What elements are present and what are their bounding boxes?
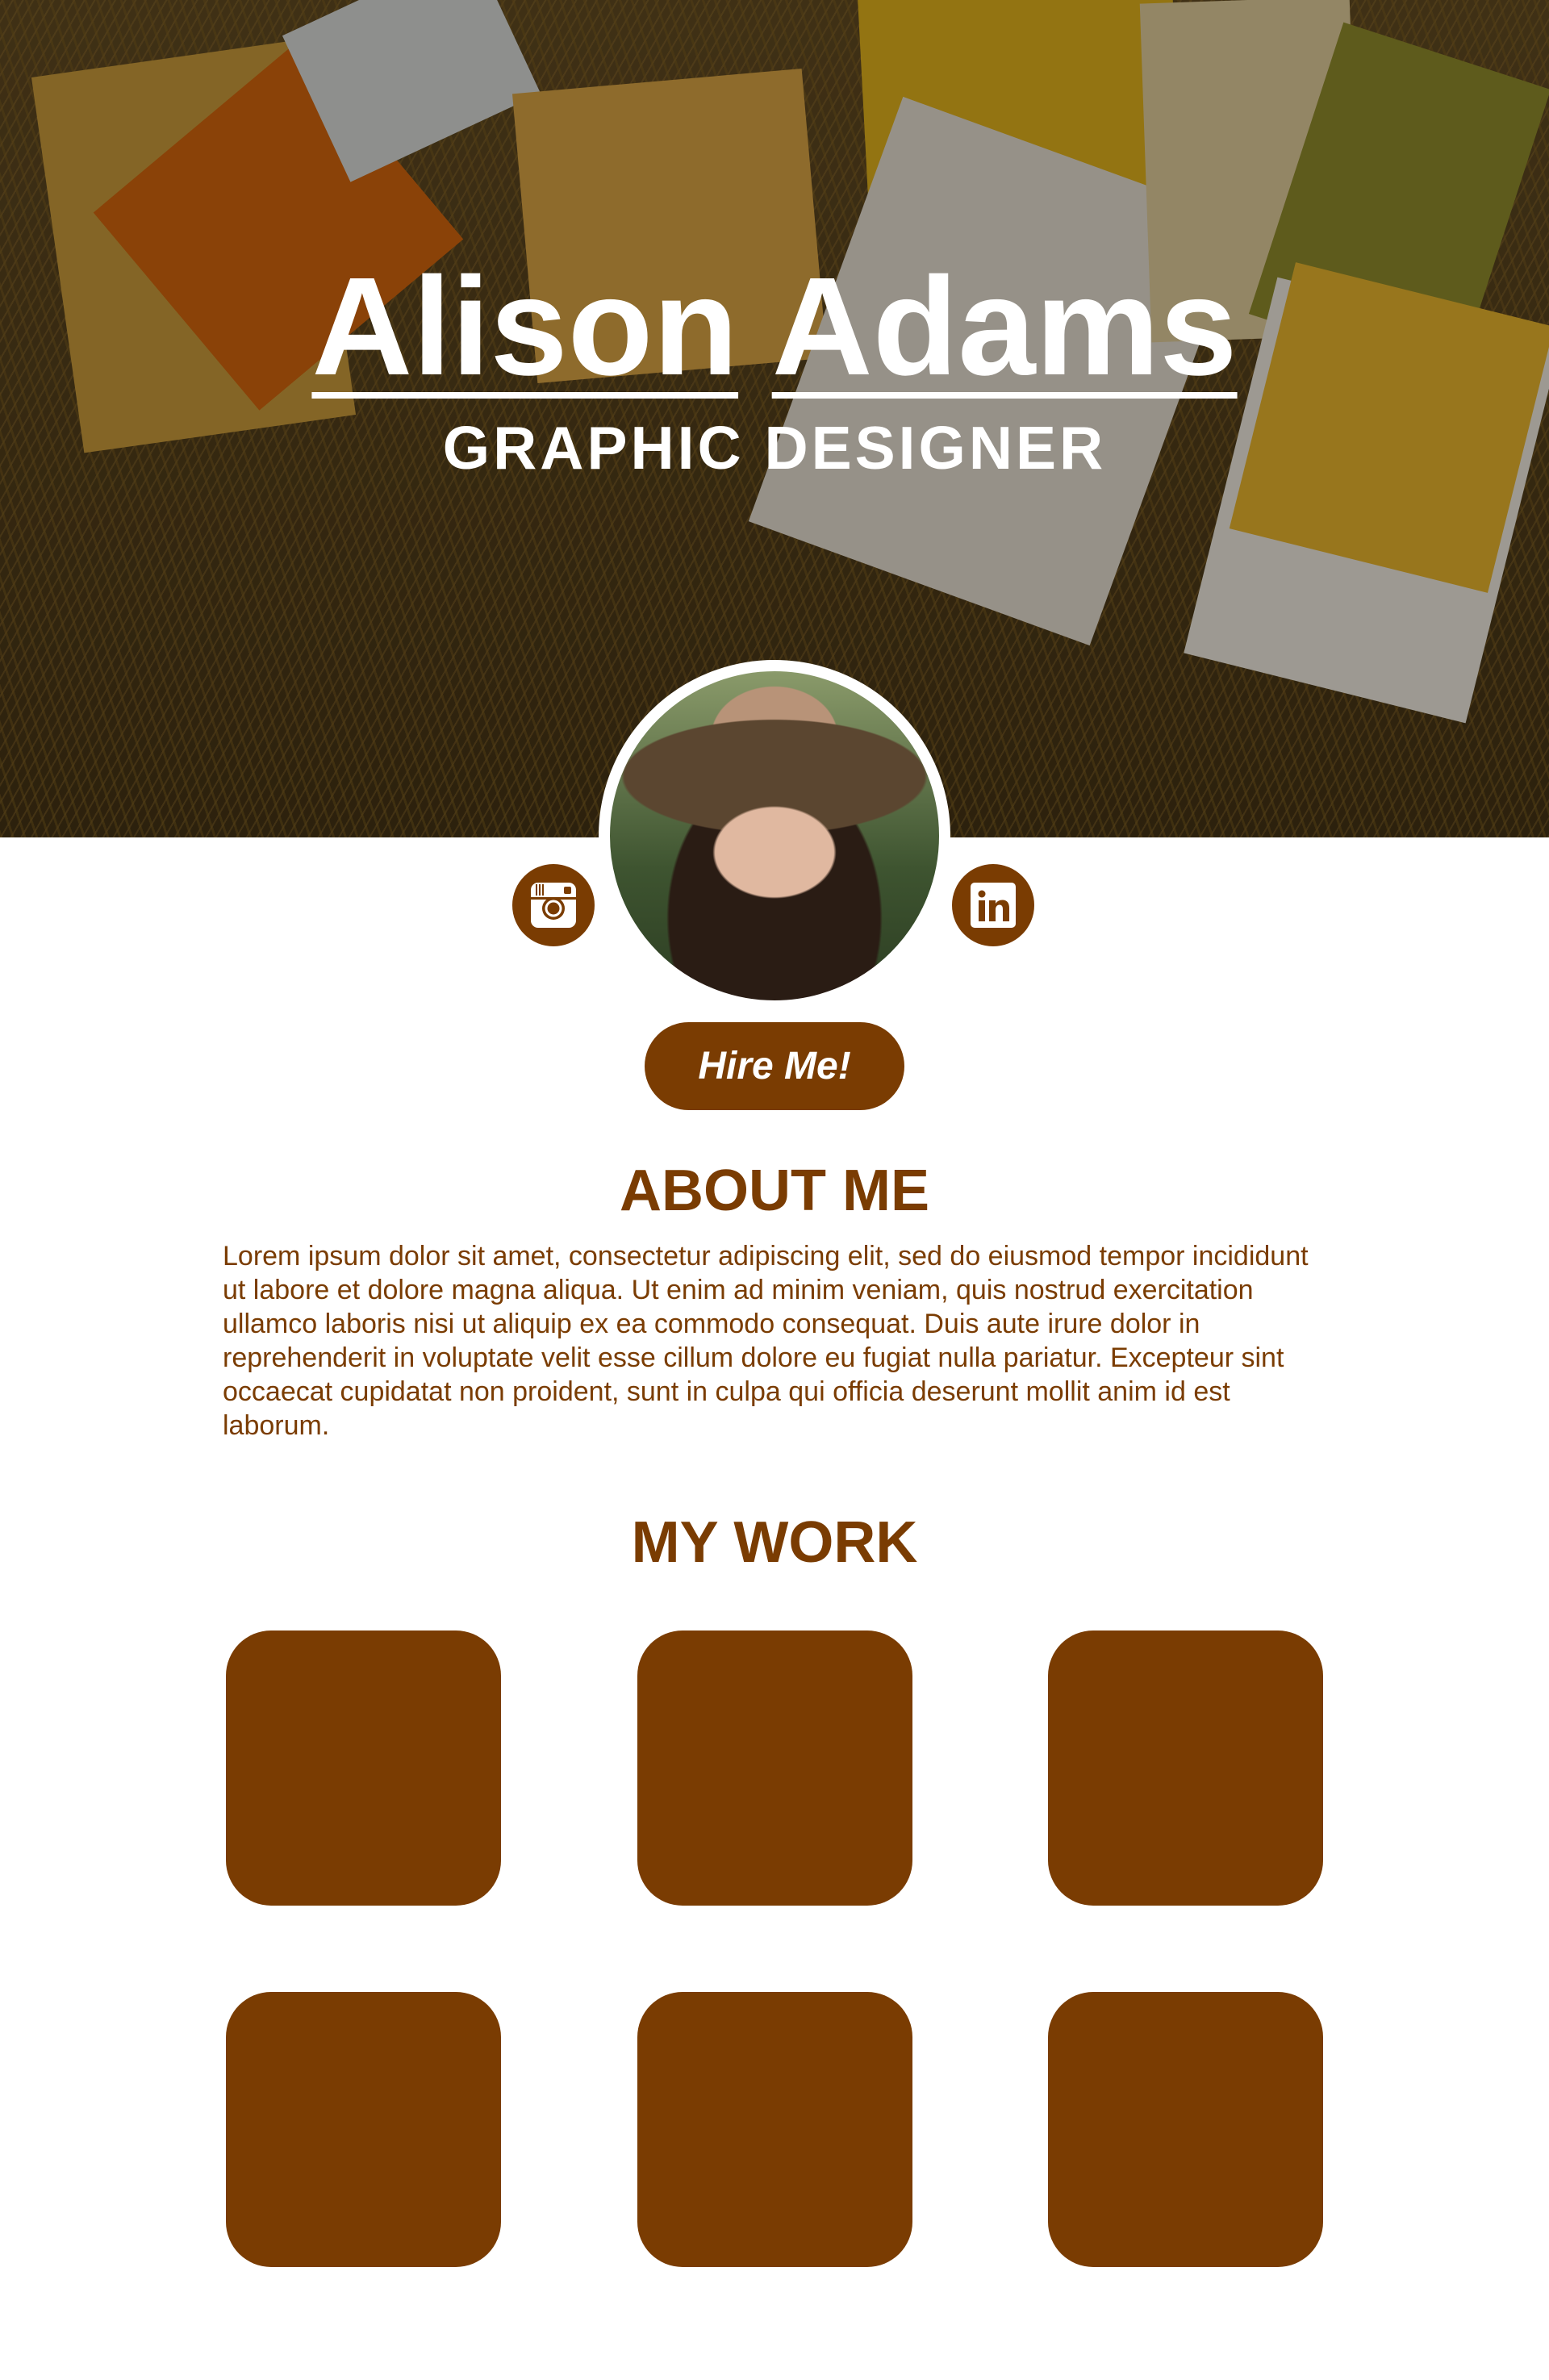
linkedin-icon [971,883,1016,928]
hero-subtitle: GRAPHIC DESIGNER [442,414,1107,482]
instagram-link[interactable] [512,864,595,946]
profile-photo [599,660,950,1012]
about-heading: ABOUT ME [620,1159,929,1223]
work-item[interactable] [226,1631,501,1906]
hero-name: Alison Adams [0,257,1549,396]
work-heading: MY WORK [631,1510,918,1575]
work-item[interactable] [1048,1992,1323,2267]
work-item[interactable] [226,1992,501,2267]
hire-me-button[interactable]: Hire Me! [645,1022,904,1110]
first-name: Alison [311,248,739,404]
work-item[interactable] [637,1992,912,2267]
about-text: Lorem ipsum dolor sit amet, consectetur … [223,1241,1309,1441]
work-item[interactable] [637,1631,912,1906]
last-name: Adams [771,248,1238,404]
work-item[interactable] [1048,1631,1323,1906]
linkedin-link[interactable] [952,864,1034,946]
instagram-icon [531,883,576,928]
